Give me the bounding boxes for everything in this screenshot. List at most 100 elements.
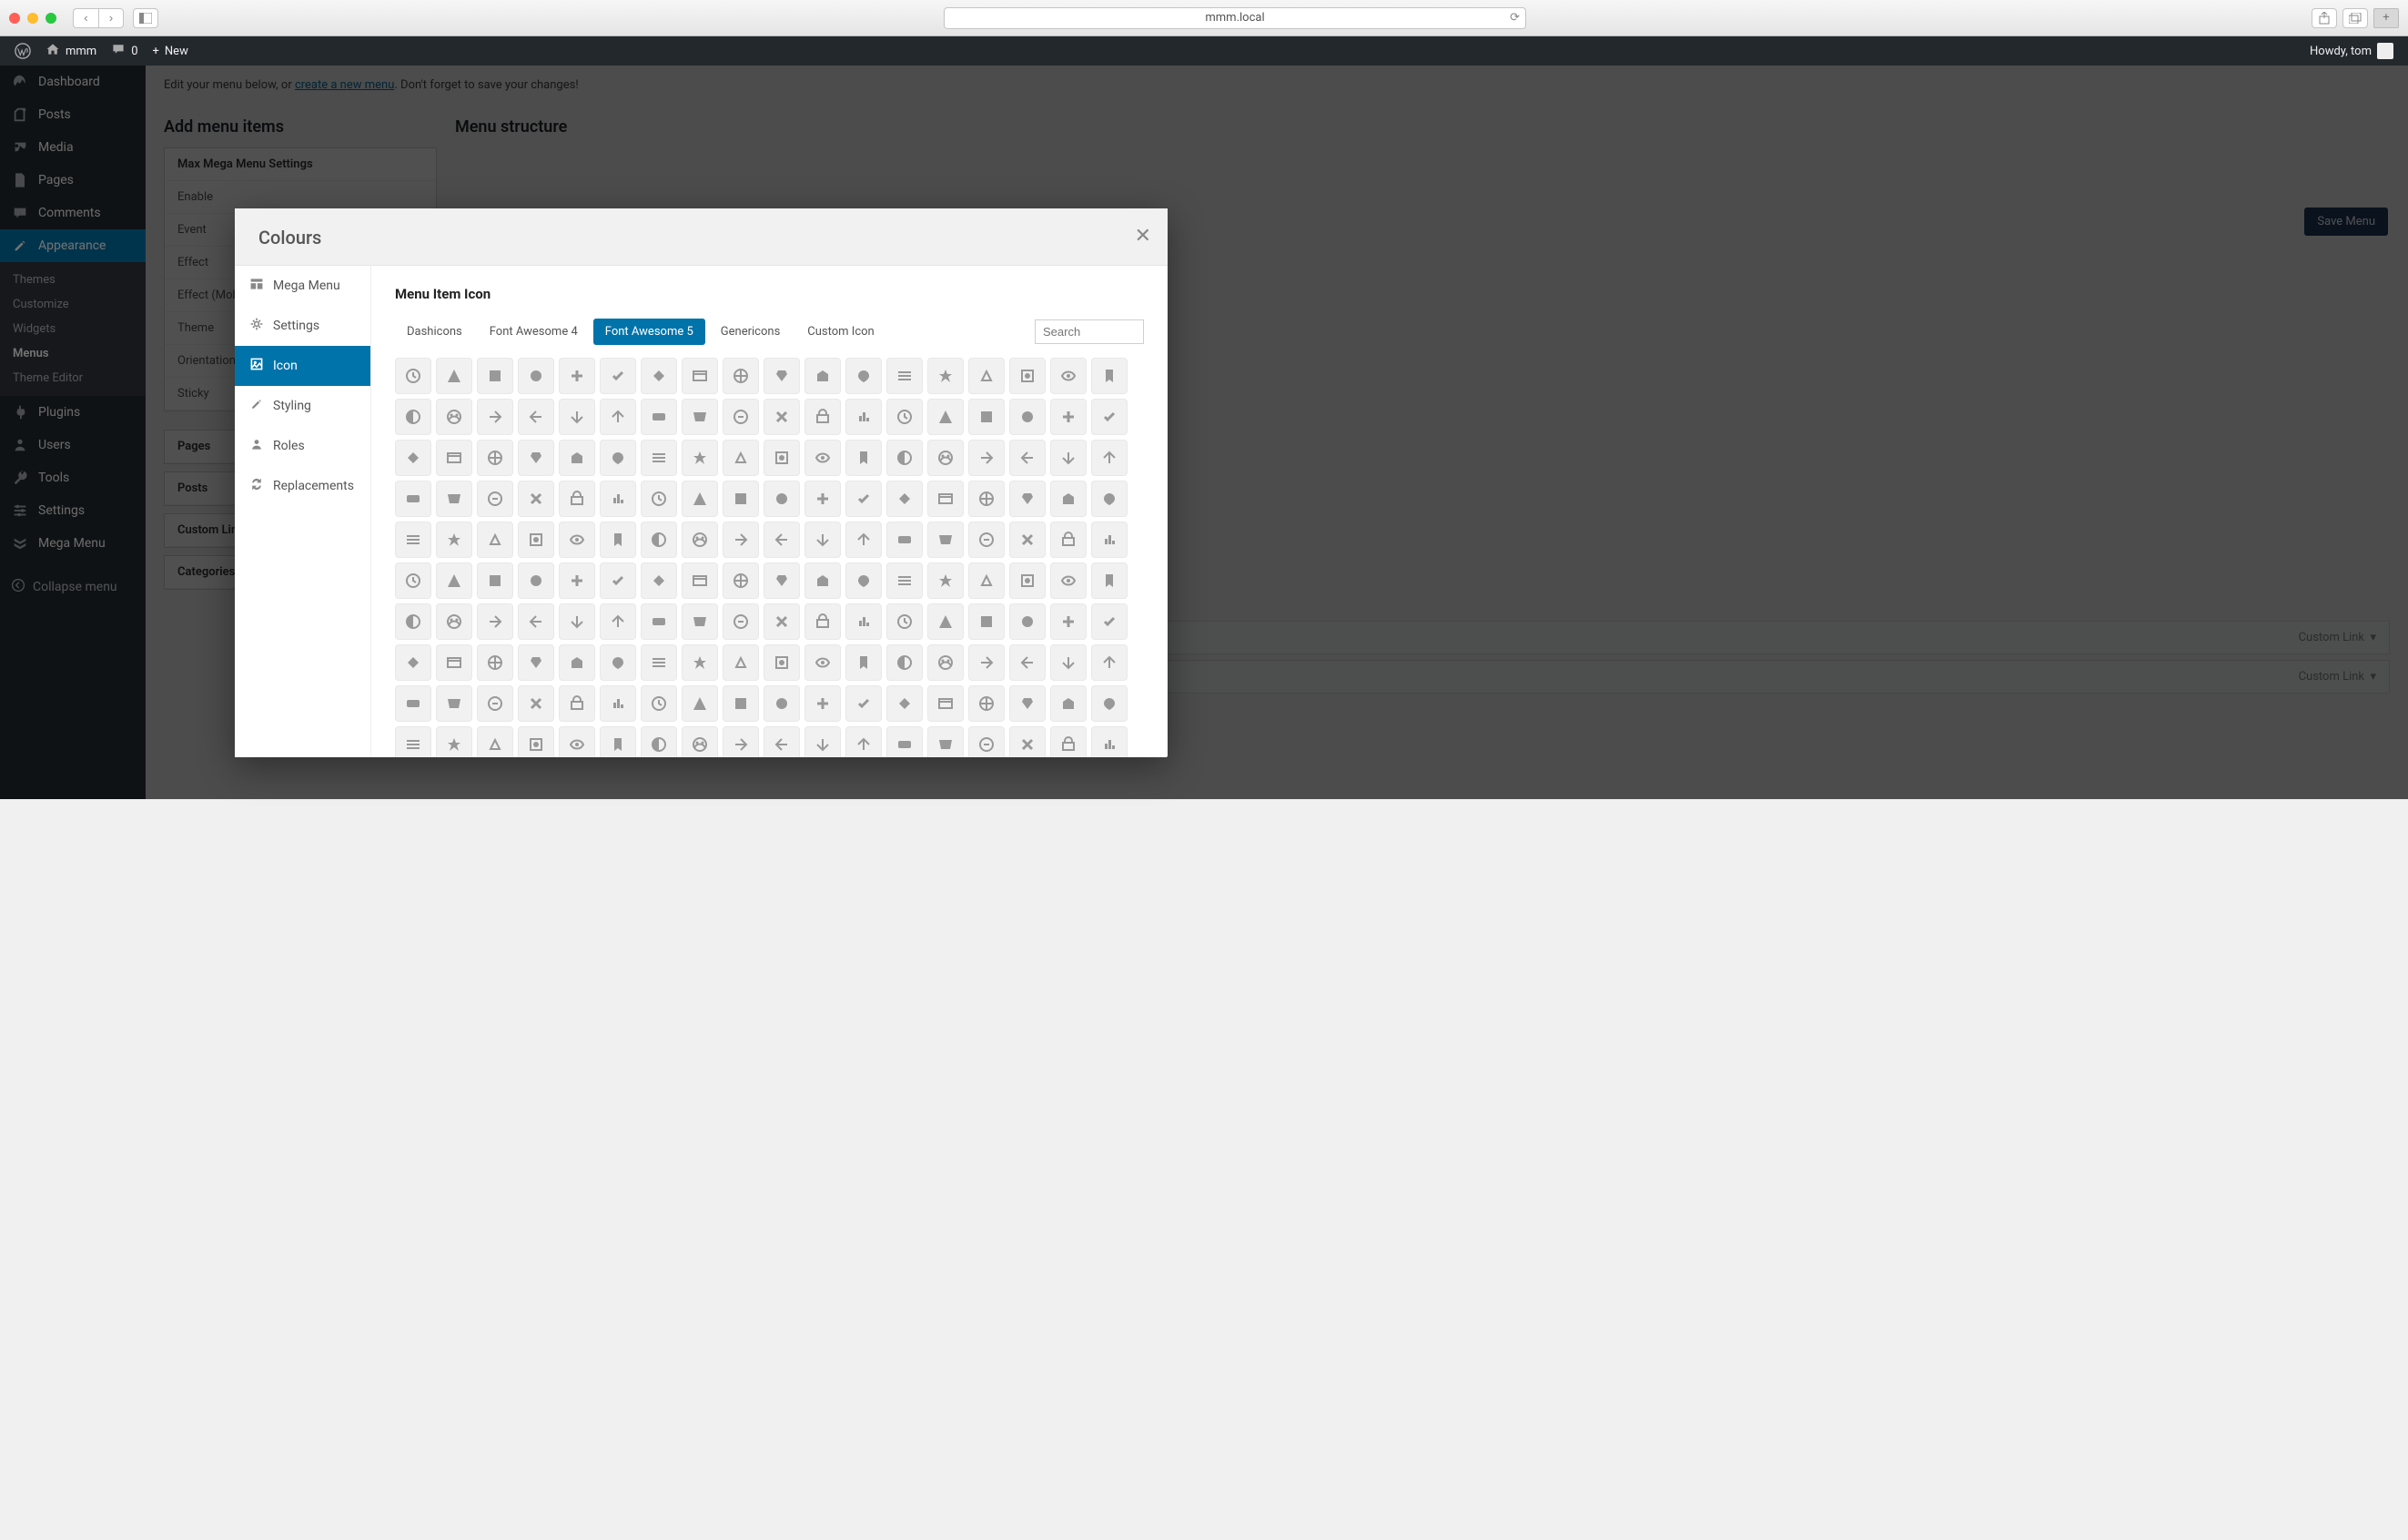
modal-tab-mega-menu[interactable]: Mega Menu bbox=[235, 266, 370, 306]
icon-option[interactable] bbox=[1050, 562, 1087, 599]
icon-option[interactable] bbox=[968, 685, 1005, 722]
icon-option[interactable] bbox=[641, 522, 677, 558]
icon-option[interactable] bbox=[845, 603, 882, 640]
icon-option[interactable] bbox=[559, 644, 595, 681]
icon-option[interactable] bbox=[1009, 399, 1046, 435]
icon-option[interactable] bbox=[886, 603, 923, 640]
icon-option[interactable] bbox=[764, 726, 800, 757]
url-bar[interactable]: mmm.local ⟳ bbox=[944, 7, 1526, 29]
icon-option[interactable] bbox=[1050, 399, 1087, 435]
icon-option[interactable] bbox=[1009, 644, 1046, 681]
icon-option[interactable] bbox=[518, 685, 554, 722]
icon-option[interactable] bbox=[886, 358, 923, 394]
icon-option[interactable] bbox=[477, 358, 513, 394]
icon-option[interactable] bbox=[723, 481, 759, 517]
icon-option[interactable] bbox=[559, 685, 595, 722]
icon-option[interactable] bbox=[436, 399, 472, 435]
icon-option[interactable] bbox=[1050, 685, 1087, 722]
icon-option[interactable] bbox=[968, 440, 1005, 476]
icon-option[interactable] bbox=[477, 685, 513, 722]
icon-option[interactable] bbox=[886, 399, 923, 435]
icon-option[interactable] bbox=[723, 399, 759, 435]
icon-option[interactable] bbox=[1050, 358, 1087, 394]
icon-option[interactable] bbox=[1091, 603, 1128, 640]
icon-option[interactable] bbox=[804, 562, 841, 599]
icon-option[interactable] bbox=[395, 440, 431, 476]
icon-option[interactable] bbox=[682, 726, 718, 757]
icon-option[interactable] bbox=[477, 726, 513, 757]
icon-option[interactable] bbox=[559, 522, 595, 558]
icon-option[interactable] bbox=[600, 644, 636, 681]
icon-option[interactable] bbox=[764, 440, 800, 476]
icon-option[interactable] bbox=[641, 399, 677, 435]
icon-option[interactable] bbox=[1009, 481, 1046, 517]
icon-option[interactable] bbox=[1091, 562, 1128, 599]
icon-option[interactable] bbox=[395, 603, 431, 640]
icon-option[interactable] bbox=[804, 358, 841, 394]
icon-option[interactable] bbox=[764, 522, 800, 558]
icon-option[interactable] bbox=[886, 685, 923, 722]
icon-option[interactable] bbox=[395, 481, 431, 517]
icon-option[interactable] bbox=[395, 685, 431, 722]
icon-option[interactable] bbox=[641, 358, 677, 394]
icon-option[interactable] bbox=[764, 358, 800, 394]
icon-option[interactable] bbox=[600, 522, 636, 558]
icon-option[interactable] bbox=[968, 603, 1005, 640]
icon-option[interactable] bbox=[436, 644, 472, 681]
icon-option[interactable] bbox=[886, 440, 923, 476]
icon-option[interactable] bbox=[723, 644, 759, 681]
search-input[interactable] bbox=[1035, 319, 1144, 344]
icon-option[interactable] bbox=[682, 399, 718, 435]
icon-option[interactable] bbox=[600, 562, 636, 599]
icon-option[interactable] bbox=[559, 726, 595, 757]
icon-option[interactable] bbox=[845, 481, 882, 517]
icon-option[interactable] bbox=[927, 685, 964, 722]
icon-option[interactable] bbox=[518, 358, 554, 394]
minimize-window-icon[interactable] bbox=[27, 13, 38, 24]
icon-option[interactable] bbox=[682, 358, 718, 394]
modal-tab-icon[interactable]: Icon bbox=[235, 346, 370, 386]
icon-option[interactable] bbox=[518, 481, 554, 517]
icon-option[interactable] bbox=[641, 562, 677, 599]
modal-tab-styling[interactable]: Styling bbox=[235, 386, 370, 426]
icon-option[interactable] bbox=[845, 562, 882, 599]
reload-icon[interactable]: ⟳ bbox=[1510, 11, 1520, 25]
icon-option[interactable] bbox=[968, 522, 1005, 558]
icon-option[interactable] bbox=[927, 481, 964, 517]
tabs-button[interactable] bbox=[2342, 8, 2368, 28]
icon-option[interactable] bbox=[1091, 644, 1128, 681]
icon-option[interactable] bbox=[1091, 440, 1128, 476]
icon-option[interactable] bbox=[764, 562, 800, 599]
icon-option[interactable] bbox=[641, 644, 677, 681]
icon-option[interactable] bbox=[723, 440, 759, 476]
icon-option[interactable] bbox=[477, 603, 513, 640]
icon-option[interactable] bbox=[682, 603, 718, 640]
icon-option[interactable] bbox=[1050, 481, 1087, 517]
icon-option[interactable] bbox=[436, 358, 472, 394]
icon-option[interactable] bbox=[682, 644, 718, 681]
icon-option[interactable] bbox=[1091, 399, 1128, 435]
icon-option[interactable] bbox=[559, 481, 595, 517]
icon-option[interactable] bbox=[1050, 440, 1087, 476]
icon-option[interactable] bbox=[559, 440, 595, 476]
icon-option[interactable] bbox=[1009, 358, 1046, 394]
icon-option[interactable] bbox=[845, 358, 882, 394]
icon-option[interactable] bbox=[600, 685, 636, 722]
forward-button[interactable]: › bbox=[98, 8, 124, 28]
icon-option[interactable] bbox=[477, 481, 513, 517]
icon-option[interactable] bbox=[927, 726, 964, 757]
icon-option[interactable] bbox=[886, 644, 923, 681]
icon-option[interactable] bbox=[764, 685, 800, 722]
new-tab-button[interactable]: + bbox=[2373, 8, 2399, 28]
new-content-link[interactable]: + New bbox=[146, 36, 196, 66]
back-button[interactable]: ‹ bbox=[73, 8, 98, 28]
icon-option[interactable] bbox=[968, 481, 1005, 517]
icon-option[interactable] bbox=[804, 644, 841, 681]
icon-option[interactable] bbox=[845, 440, 882, 476]
icon-option[interactable] bbox=[927, 399, 964, 435]
icon-lib-tab-font-awesome-5[interactable]: Font Awesome 5 bbox=[593, 319, 705, 345]
icon-option[interactable] bbox=[927, 562, 964, 599]
icon-option[interactable] bbox=[559, 603, 595, 640]
icon-option[interactable] bbox=[1050, 726, 1087, 757]
icon-option[interactable] bbox=[518, 562, 554, 599]
